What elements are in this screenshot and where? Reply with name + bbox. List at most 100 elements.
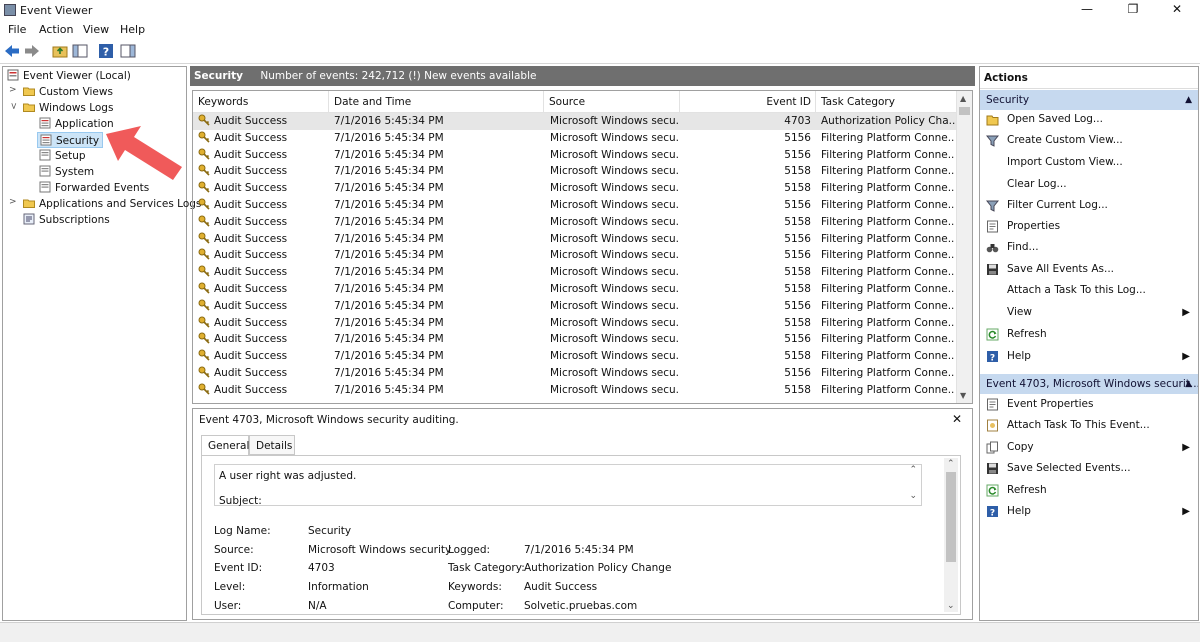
event-action-event-properties[interactable]: Event Properties	[980, 394, 1198, 415]
table-row[interactable]: Audit Success 7/1/2016 5:45:34 PM Microsof…	[193, 214, 957, 231]
action-view[interactable]: View ▶	[980, 302, 1198, 323]
event-action-refresh[interactable]: Refresh	[980, 480, 1198, 501]
event-message-box[interactable]: A user right was adjusted. Subject: ⌃ ⌄	[214, 464, 922, 506]
keywords-label: Keywords:	[448, 581, 502, 593]
detail-close-icon[interactable]: ✕	[952, 412, 962, 426]
table-row[interactable]: Audit Success 7/1/2016 5:45:34 PM Microsof…	[193, 231, 957, 248]
action-save-all-events-as[interactable]: Save All Events As...	[980, 259, 1198, 280]
column-source[interactable]: Source	[544, 91, 680, 113]
action-properties[interactable]: Properties	[980, 216, 1198, 237]
table-row[interactable]: Audit Success 7/1/2016 5:45:34 PM Microsof…	[193, 197, 957, 214]
event-action-attach-task-to-this-event[interactable]: Attach Task To This Event...	[980, 415, 1198, 436]
forward-icon[interactable]	[24, 43, 40, 59]
user-label: User:	[214, 600, 242, 612]
action-open-saved-log[interactable]: Open Saved Log...	[980, 109, 1198, 130]
back-icon[interactable]	[4, 43, 20, 59]
cell-source: Microsoft Windows secu...	[550, 366, 678, 379]
column-event-id[interactable]: Event ID	[680, 91, 816, 113]
message-scroll-up-icon[interactable]: ⌃	[909, 465, 917, 475]
collapse-chevron-icon[interactable]: >	[8, 102, 18, 110]
help-icon[interactable]: ?	[98, 43, 114, 59]
show-hide-action-pane-icon[interactable]	[120, 43, 136, 59]
cell-source: Microsoft Windows secu...	[550, 333, 678, 346]
table-row[interactable]: Audit Success 7/1/2016 5:45:34 PM Microsof…	[193, 113, 957, 130]
expand-chevron-icon[interactable]: >	[9, 197, 17, 207]
table-row[interactable]: Audit Success 7/1/2016 5:45:34 PM Microsof…	[193, 365, 957, 382]
action-filter-current-log[interactable]: Filter Current Log...	[980, 195, 1198, 216]
menu-help[interactable]: Help	[120, 23, 145, 36]
detail-scroll-up-icon[interactable]: ⌃	[947, 459, 955, 469]
collapse-triangle-icon[interactable]: ▲	[1185, 374, 1192, 394]
action-create-custom-view[interactable]: Create Custom View...	[980, 130, 1198, 151]
expand-chevron-icon[interactable]: >	[9, 85, 17, 95]
events-grid: Keywords Date and Time Source Event ID T…	[192, 90, 973, 404]
detail-scrollbar-thumb[interactable]	[946, 472, 956, 562]
table-row[interactable]: Audit Success 7/1/2016 5:45:34 PM Microsof…	[193, 147, 957, 164]
detail-vertical-scrollbar[interactable]: ⌃ ⌄	[944, 458, 958, 612]
column-date-time[interactable]: Date and Time	[329, 91, 544, 113]
table-row[interactable]: Audit Success 7/1/2016 5:45:34 PM Microsof…	[193, 247, 957, 264]
tree-item-event-viewer-local[interactable]: Event Viewer (Local)	[7, 68, 131, 84]
table-row[interactable]: Audit Success 7/1/2016 5:45:34 PM Microsof…	[193, 130, 957, 147]
cell-date-time: 7/1/2016 5:45:34 PM	[334, 165, 444, 178]
collapse-triangle-icon[interactable]: ▲	[1185, 90, 1192, 110]
action-refresh[interactable]: Refresh	[980, 324, 1198, 345]
actions-group-security[interactable]: Security ▲	[980, 90, 1198, 110]
detail-scroll-down-icon[interactable]: ⌄	[947, 601, 955, 611]
scroll-up-arrow-icon[interactable]: ▲	[960, 94, 966, 103]
cell-keywords: Audit Success	[198, 197, 328, 214]
tree-label-security: Security	[56, 135, 100, 147]
table-row[interactable]: Audit Success 7/1/2016 5:45:34 PM Microsof…	[193, 180, 957, 197]
column-task-category[interactable]: Task Category	[816, 91, 957, 113]
audit-key-icon	[198, 164, 210, 176]
cell-event-id: 5158	[784, 182, 811, 195]
actions-group-event[interactable]: Event 4703, Microsoft Windows securit...…	[980, 374, 1198, 394]
menu-view[interactable]: View	[83, 23, 109, 36]
action-help[interactable]: ? Help ▶	[980, 346, 1198, 367]
event-action-copy[interactable]: Copy ▶	[980, 437, 1198, 458]
tab-general[interactable]: General	[201, 435, 249, 456]
column-keywords[interactable]: Keywords	[193, 91, 329, 113]
show-hide-tree-icon[interactable]	[72, 43, 88, 59]
table-row[interactable]: Audit Success 7/1/2016 5:45:34 PM Microsof…	[193, 298, 957, 315]
keyword-text: Audit Success	[214, 198, 288, 211]
table-row[interactable]: Audit Success 7/1/2016 5:45:34 PM Microsof…	[193, 382, 957, 399]
tree-item-forwarded-events[interactable]: Forwarded Events	[39, 180, 149, 196]
tree-item-system[interactable]: System	[39, 164, 94, 180]
tree-item-security-selected[interactable]: Security	[37, 132, 104, 148]
close-button[interactable]: ✕	[1154, 0, 1200, 20]
message-scroll-down-icon[interactable]: ⌄	[909, 491, 917, 501]
restore-button[interactable]: ❐	[1110, 0, 1156, 20]
scrollbar-thumb[interactable]	[959, 107, 970, 115]
minimize-button[interactable]: —	[1064, 0, 1110, 20]
action-find[interactable]: Find...	[980, 237, 1198, 258]
refresh-icon	[986, 328, 999, 341]
tree-item-app-services-logs[interactable]: Applications and Services Logs	[23, 196, 201, 212]
action-clear-log[interactable]: Clear Log...	[980, 174, 1198, 195]
event-action-help[interactable]: ? Help ▶	[980, 501, 1198, 522]
cell-event-id: 5156	[784, 198, 811, 211]
tree-item-subscriptions[interactable]: Subscriptions	[23, 212, 110, 228]
table-row[interactable]: Audit Success 7/1/2016 5:45:34 PM Microsof…	[193, 348, 957, 365]
action-import-custom-view[interactable]: Import Custom View...	[980, 152, 1198, 173]
tree-item-windows-logs[interactable]: Windows Logs	[23, 100, 113, 116]
table-row[interactable]: Audit Success 7/1/2016 5:45:34 PM Microsof…	[193, 315, 957, 332]
table-row[interactable]: Audit Success 7/1/2016 5:45:34 PM Microsof…	[193, 163, 957, 180]
grid-vertical-scrollbar[interactable]: ▲ ▼	[956, 91, 972, 403]
center-pane: Security Number of events: 242,712 (!) N…	[190, 66, 975, 621]
table-row[interactable]: Audit Success 7/1/2016 5:45:34 PM Microsof…	[193, 264, 957, 281]
tree-item-setup[interactable]: Setup	[39, 148, 86, 164]
tree-item-custom-views[interactable]: Custom Views	[23, 84, 113, 100]
scroll-down-arrow-icon[interactable]: ▼	[960, 391, 966, 400]
action-attach-a-task-to-this-log[interactable]: Attach a Task To this Log...	[980, 280, 1198, 301]
cell-source: Microsoft Windows secu...	[550, 266, 678, 279]
tab-details[interactable]: Details	[249, 435, 295, 455]
up-folder-icon[interactable]	[52, 43, 68, 59]
event-action-save-selected-events[interactable]: Save Selected Events...	[980, 458, 1198, 479]
action-label: Refresh	[1007, 328, 1047, 340]
cell-task-category: Filtering Platform Conne...	[821, 282, 955, 295]
table-row[interactable]: Audit Success 7/1/2016 5:45:34 PM Microsof…	[193, 281, 957, 298]
table-row[interactable]: Audit Success 7/1/2016 5:45:34 PM Microsof…	[193, 331, 957, 348]
menu-action[interactable]: Action	[39, 23, 73, 36]
menu-file[interactable]: File	[8, 23, 26, 36]
